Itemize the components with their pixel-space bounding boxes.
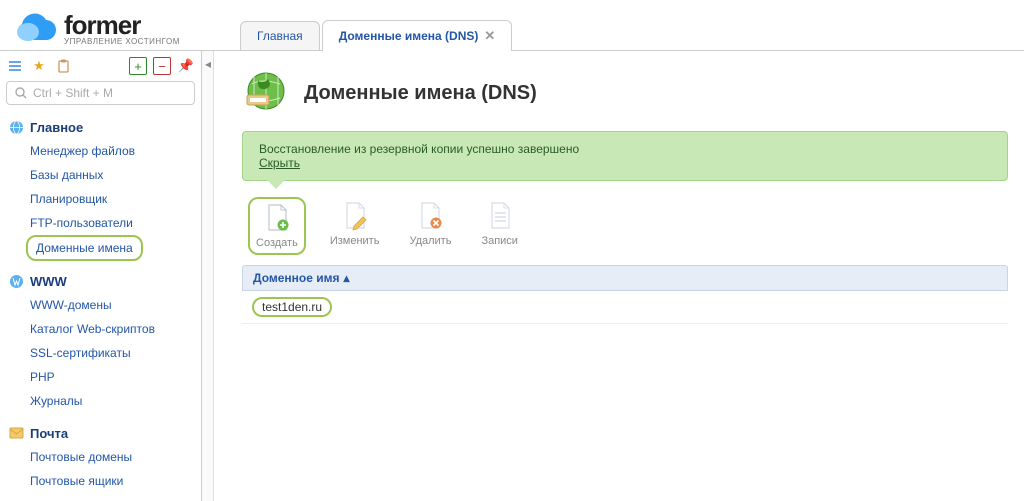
tab-home[interactable]: Главная [240, 21, 320, 50]
sidebar-item-webscripts[interactable]: Каталог Web-скриптов [8, 317, 193, 341]
cloud-icon [10, 12, 58, 44]
success-notice: Восстановление из резервной копии успешн… [242, 131, 1008, 181]
sidebar-toolbar: ★ + − 📌 [0, 51, 201, 79]
sidebar-group-mail[interactable]: Почта [8, 425, 193, 441]
sidebar-item-wwwdomains[interactable]: WWW-домены [8, 293, 193, 317]
action-edit[interactable]: Изменить [324, 197, 386, 255]
sidebar-search[interactable] [6, 81, 195, 105]
sidebar-item-maildomains[interactable]: Почтовые домены [8, 445, 193, 469]
sidebar-item-ssl[interactable]: SSL-сертификаты [8, 341, 193, 365]
sidebar-item-filemanager[interactable]: Менеджер файлов [8, 139, 193, 163]
list-icon[interactable] [6, 57, 24, 75]
search-icon [13, 85, 29, 101]
plus-icon[interactable]: + [129, 57, 147, 75]
pin-icon[interactable]: 📌 [177, 57, 195, 75]
brand-logo: former УПРАВЛЕНИЕ ХОСТИНГОМ [10, 10, 220, 50]
sidebar-item-scheduler[interactable]: Планировщик [8, 187, 193, 211]
globe-icon [8, 273, 24, 289]
star-icon[interactable]: ★ [30, 57, 48, 75]
sidebar-item-ftp[interactable]: FTP-пользователи [8, 211, 193, 235]
page-globe-icon [242, 69, 290, 117]
mail-icon [8, 425, 24, 441]
tab-bar: Главная Доменные имена (DNS) ✕ [240, 0, 514, 50]
sidebar-item-php[interactable]: PHP [8, 365, 193, 389]
notice-text: Восстановление из резервной копии успешн… [259, 142, 991, 156]
sidebar-item-logs[interactable]: Журналы [8, 389, 193, 413]
main-content: Доменные имена (DNS) Восстановление из р… [214, 51, 1024, 501]
sidebar-item-mailboxes[interactable]: Почтовые ящики [8, 469, 193, 493]
sidebar-item-dns[interactable]: Доменные имена [26, 235, 143, 261]
sidebar-group-www[interactable]: WWW [8, 273, 193, 289]
action-records[interactable]: Записи [475, 197, 524, 255]
brand-tagline: УПРАВЛЕНИЕ ХОСТИНГОМ [64, 37, 180, 46]
doc-edit-icon [341, 201, 369, 231]
notice-dismiss-link[interactable]: Скрыть [259, 156, 300, 170]
doc-delete-icon [416, 201, 444, 231]
sidebar-item-databases[interactable]: Базы данных [8, 163, 193, 187]
column-header-domain[interactable]: Доменное имя ▴ [242, 265, 1008, 291]
app-header: former УПРАВЛЕНИЕ ХОСТИНГОМ Главная Доме… [0, 0, 1024, 50]
minus-icon[interactable]: − [153, 57, 171, 75]
cell-domain: test1den.ru [252, 297, 332, 317]
sidebar-group-main[interactable]: Главное [8, 119, 193, 135]
sidebar-gutter[interactable]: ◂ [202, 51, 214, 501]
search-input[interactable] [33, 86, 188, 100]
clipboard-icon[interactable] [54, 57, 72, 75]
tab-dns[interactable]: Доменные имена (DNS) ✕ [322, 20, 513, 51]
globe-icon [8, 119, 24, 135]
sidebar: ★ + − 📌 Главное Менеджер файлов Базы дан… [0, 51, 202, 501]
action-create[interactable]: Создать [248, 197, 306, 255]
action-delete[interactable]: Удалить [403, 197, 457, 255]
doc-list-icon [486, 201, 514, 231]
action-bar: Создать Изменить Удалить Записи [242, 181, 1008, 265]
table-row[interactable]: test1den.ru [242, 291, 1008, 324]
sort-asc-icon: ▴ [344, 271, 350, 285]
chevron-left-icon[interactable]: ◂ [202, 55, 214, 73]
close-icon[interactable]: ✕ [484, 28, 495, 44]
page-title: Доменные имена (DNS) [304, 82, 537, 105]
doc-plus-icon [263, 203, 291, 233]
